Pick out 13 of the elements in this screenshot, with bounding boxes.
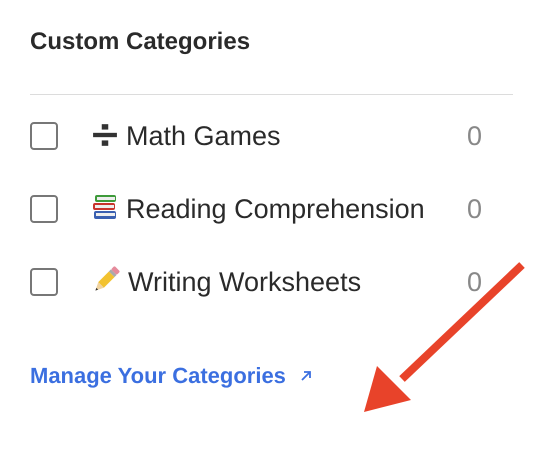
checkbox[interactable] — [30, 122, 58, 150]
category-name: Writing Worksheets — [128, 267, 362, 297]
item-count: 0 — [466, 193, 482, 226]
category-name: Math Games — [126, 121, 281, 151]
checkbox[interactable] — [30, 195, 58, 223]
checkbox[interactable] — [30, 268, 58, 296]
divide-icon — [92, 122, 118, 148]
manage-categories-link[interactable]: Manage Your Categories — [30, 363, 314, 389]
category-name: Reading Comprehension — [126, 194, 425, 224]
books-icon — [92, 193, 118, 221]
item-count: 0 — [466, 120, 482, 153]
section-title: Custom Categories — [30, 27, 252, 57]
item-count: 0 — [466, 266, 482, 299]
